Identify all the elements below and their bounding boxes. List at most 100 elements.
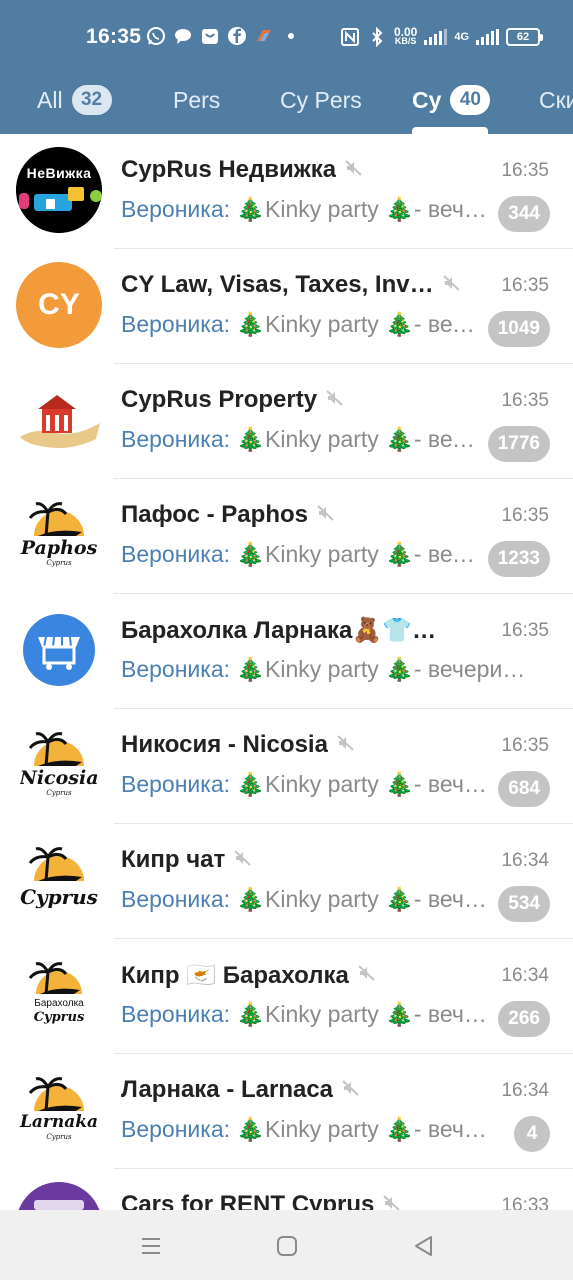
unread-count-badge: 1049: [487, 311, 550, 347]
tab-label: Cy Pers: [280, 86, 362, 113]
chat-time: 16:35: [501, 275, 549, 296]
muted-icon: [325, 388, 345, 413]
preview-sender: Вероника:: [121, 311, 231, 337]
tab-label: Cy: [412, 86, 442, 113]
avatar-caption: Cyprus: [33, 1010, 85, 1025]
muted-icon: [316, 503, 336, 528]
unread-count-badge: 1776: [487, 426, 550, 462]
preview-sender: Вероника:: [121, 771, 231, 797]
chat-row[interactable]: CY CY Law, Visas, Taxes, Inv… 16:35 Веро…: [0, 249, 573, 364]
status-time: 16:35: [86, 25, 142, 48]
chat-time: 16:35: [501, 620, 549, 641]
shopping-bag-icon: [200, 26, 220, 46]
avatar-caption: Nicosia: [19, 767, 99, 789]
battery-icon: 62: [506, 28, 544, 46]
chat-avatar: Cyprus: [16, 837, 102, 923]
tab-cy[interactable]: Cy 40: [412, 76, 491, 124]
muted-icon: [442, 273, 462, 298]
unread-count-badge: 684: [498, 771, 550, 807]
muted-icon: [336, 733, 356, 758]
chat-preview: Вероника: 🎄Kinky party 🎄- вечеринка: [121, 771, 491, 803]
signal-strength-icon: [424, 29, 448, 45]
chat-row[interactable]: Nicosia Cyprus Никосия - Nicosia 16:35 В…: [0, 709, 573, 824]
tab-pers[interactable]: Pers: [173, 76, 220, 124]
chat-avatar: [16, 607, 102, 693]
preview-sender: Вероника:: [121, 426, 231, 452]
unread-count-badge: 534: [498, 886, 550, 922]
property-logo-icon: [20, 395, 100, 448]
muted-icon: [382, 1193, 402, 1210]
chat-title: CypRus Недвижка: [121, 156, 337, 183]
preview-text: 🎄Kinky party 🎄- вечеринка: [236, 1116, 491, 1142]
preview-text: 🎄Kinky party 🎄- вечеринка: [230, 656, 531, 682]
tab-ski[interactable]: Ски: [539, 76, 573, 124]
active-tab-indicator: [412, 127, 488, 134]
avatar-subcaption: Cyprus: [46, 1133, 72, 1141]
preview-sender: Вероника:: [121, 886, 231, 912]
preview-text: 🎄Kinky party 🎄- вечеринка: [236, 426, 476, 452]
cars-logo-icon: [18, 1182, 100, 1210]
chat-time: 16:35: [501, 505, 549, 526]
system-navigation-bar: [0, 1210, 573, 1280]
chat-title: Пафос - Paphos: [121, 501, 308, 528]
chat-row[interactable]: Paphos Cyprus Пафос - Paphos 16:35 Верон…: [0, 479, 573, 594]
chat-time: 16:35: [501, 735, 549, 756]
signal-strength-2-icon: [476, 29, 500, 45]
chat-list[interactable]: НеВижка CypRus Недвижка 16:35 Вероника: …: [0, 134, 573, 1210]
chat-row[interactable]: Барахолка Cyprus Кипр 🇨🇾 Барахолка 16:34…: [0, 939, 573, 1054]
chat-time: 16:35: [501, 390, 549, 411]
chat-row[interactable]: Cyprus Кипр чат 16:34 Вероника: 🎄Kinky p…: [0, 824, 573, 939]
avatar-subcaption: Cyprus: [46, 789, 72, 797]
chat-row[interactable]: Larnaka Cyprus Ларнака - Larnaca 16:34 В…: [0, 1054, 573, 1169]
chat-title: Кипр 🇨🇾 Барахолка: [121, 961, 349, 989]
muted-icon: [344, 158, 364, 183]
unread-count-badge: 266: [498, 1001, 550, 1037]
chat-row[interactable]: Барахолка Ларнака🧸👕… 16:35 Вероника: 🎄Ki…: [0, 594, 573, 709]
chat-preview: Вероника: 🎄Kinky party 🎄- вечеринка: [121, 541, 476, 573]
preview-sender: Вероника:: [121, 1001, 231, 1027]
unread-count-badge: 344: [498, 196, 550, 232]
bluetooth-icon: [367, 27, 387, 47]
chat-time: 16:34: [501, 850, 549, 871]
muted-icon: [357, 963, 377, 988]
avatar-subcaption: Cyprus: [46, 559, 72, 567]
preview-sender: Вероника:: [121, 541, 231, 567]
palm-sunset-icon: [28, 962, 82, 995]
preview-sender: Вероника:: [121, 196, 231, 222]
chat-row[interactable]: НеВижка CypRus Недвижка 16:35 Вероника: …: [0, 134, 573, 249]
chat-time: 16:33: [501, 1195, 549, 1210]
app-header: 16:35 0.00 KB/S 4G 62 All 32 Pers Cy Per…: [0, 0, 573, 134]
folder-tabs: All 32 Pers Cy Pers Cy 40 Ски: [0, 76, 573, 134]
market-stall-icon: [23, 614, 95, 686]
home-square-icon[interactable]: [273, 1232, 301, 1260]
chat-preview: Вероника: 🎄Kinky party 🎄- вечеринка: [121, 656, 531, 688]
chat-time: 16:34: [501, 965, 549, 986]
network-type: 4G: [454, 30, 470, 43]
tab-badge: 32: [71, 85, 112, 115]
avatar-text: НеВижка: [26, 165, 92, 181]
chat-row[interactable]: Cars for RENT Cyprus 16:33: [0, 1169, 573, 1210]
chat-preview: Вероника: 🎄Kinky party 🎄- вечеринка: [121, 196, 491, 228]
menu-lines-icon[interactable]: [137, 1232, 165, 1260]
chat-avatar: НеВижка: [16, 147, 102, 233]
avatar-caption: Cyprus: [20, 885, 98, 909]
tab-label: All: [37, 86, 63, 113]
preview-text: 🎄Kinky party 🎄- вечеринка: [236, 311, 476, 337]
chat-row[interactable]: CypRus Property 16:35 Вероника: 🎄Kinky p…: [0, 364, 573, 479]
nedvizhka-logo-icon: [16, 147, 102, 233]
chat-title: Барахолка Ларнака🧸👕…: [121, 616, 437, 644]
chat-preview: Вероника: 🎄Kinky party 🎄- вечеринка: [121, 311, 476, 343]
chat-avatar: CY: [16, 262, 102, 348]
system-indicators: 0.00 KB/S 4G 62: [340, 25, 544, 49]
notification-icons: [146, 26, 301, 46]
tab-cy-pers[interactable]: Cy Pers: [280, 76, 362, 124]
chat-preview: Вероника: 🎄Kinky party 🎄- вечеринка: [121, 426, 476, 458]
tab-label: Pers: [173, 86, 221, 113]
muted-icon: [233, 848, 253, 873]
more-notifications-dot-icon: [281, 26, 301, 46]
chat-preview: Вероника: 🎄Kinky party 🎄- вечеринка: [121, 886, 491, 918]
back-triangle-icon[interactable]: [410, 1232, 438, 1260]
whatsapp-icon: [146, 26, 166, 46]
tab-all[interactable]: All 32: [37, 76, 112, 124]
chat-title: Cars for RENT Cyprus: [121, 1191, 375, 1210]
